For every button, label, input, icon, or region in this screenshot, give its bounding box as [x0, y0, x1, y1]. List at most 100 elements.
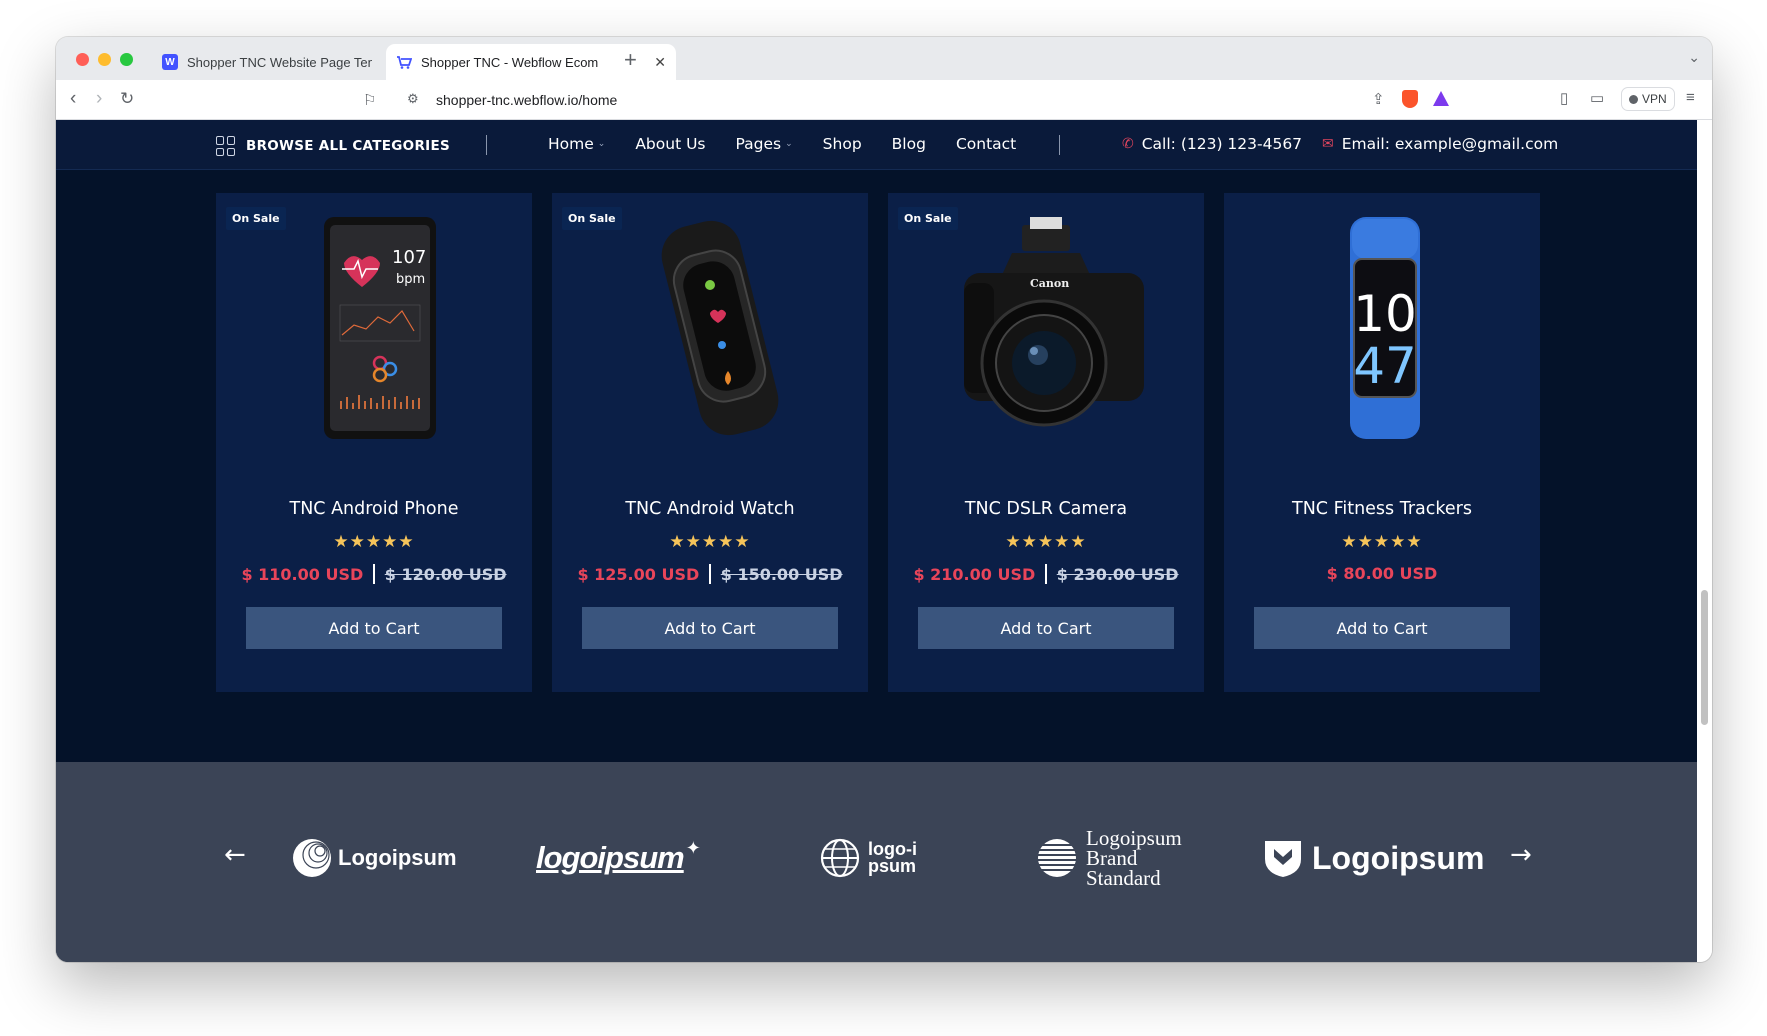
email-text: Email: example@gmail.com	[1341, 135, 1559, 153]
grid-icon	[216, 136, 236, 156]
vpn-status-icon	[1629, 94, 1638, 104]
divider	[1045, 564, 1047, 584]
chevron-down-icon: ⌄	[785, 139, 793, 149]
mail-icon: ✉	[1322, 136, 1334, 152]
divider	[1059, 135, 1060, 155]
url-text[interactable]: shopper-tnc.webflow.io/home	[436, 92, 617, 108]
nav-item-home[interactable]: Home ⌄	[548, 135, 605, 153]
back-button[interactable]: ‹	[70, 88, 76, 110]
product-name[interactable]: TNC Android Phone	[216, 499, 532, 519]
close-tab-icon[interactable]: ✕	[654, 54, 666, 71]
add-to-cart-button[interactable]: Add to Cart	[918, 607, 1174, 649]
logo-text: Logoipsum	[1312, 839, 1485, 876]
nav-label: Shop	[822, 135, 862, 153]
nav-item-about[interactable]: About Us	[635, 135, 705, 153]
sidebar-toggle-icon[interactable]: ▯	[1560, 89, 1568, 107]
vpn-label: VPN	[1642, 92, 1667, 106]
nav-item-shop[interactable]: Shop	[823, 135, 862, 153]
scrollbar-thumb[interactable]	[1701, 590, 1708, 725]
brave-rewards-icon[interactable]	[1433, 91, 1449, 106]
sale-price: $ 210.00 USD	[913, 564, 1036, 584]
phone-product-image[interactable]: 107 bpm	[274, 213, 474, 443]
price-row: $ 210.00 USD $ 230.00 USD	[888, 564, 1204, 584]
tab-title: Shopper TNC - Webflow Ecom	[421, 54, 599, 70]
close-window-button[interactable]	[76, 53, 89, 66]
arrow-right-icon[interactable]: →	[1510, 840, 1532, 870]
site-settings-icon[interactable]: ⚙	[407, 91, 419, 107]
camera-product-image[interactable]: Canon	[946, 213, 1146, 443]
arrow-left-icon[interactable]: ←	[224, 840, 246, 870]
tracker-minute: 47	[1353, 337, 1417, 395]
add-to-cart-button[interactable]: Add to Cart	[582, 607, 838, 649]
product-card[interactable]: 10 47 TNC Fitness Trackers ★★★★★ $ 80.00…	[1224, 193, 1540, 692]
browser-toolbar: ‹ › ↻ ⚐ ⚙ shopper-tnc.webflow.io/home ⇪ …	[56, 80, 1712, 120]
site-navbar: BROWSE ALL CATEGORIES Home ⌄ About Us Pag…	[56, 120, 1697, 170]
minimize-window-button[interactable]	[98, 53, 111, 66]
watch-product-image[interactable]	[610, 213, 810, 443]
browse-categories-button[interactable]: BROWSE ALL CATEGORIES	[216, 136, 450, 156]
tab-search-chevron-icon[interactable]: ⌄	[1688, 49, 1700, 66]
product-card[interactable]: On Sale TNC Android Watch ★★★★★ $ 125.00…	[552, 193, 868, 692]
nav-label: Home	[548, 135, 594, 153]
address-bar[interactable]: ⚐ ⚙ shopper-tnc.webflow.io/home ⇪	[336, 84, 1480, 116]
bookmark-icon[interactable]: ⚐	[363, 91, 376, 109]
tab-strip: W Shopper TNC Website Page Temp Shopper …	[56, 37, 1712, 80]
vpn-button[interactable]: VPN	[1621, 87, 1675, 111]
menu-icon[interactable]: ≡	[1686, 89, 1695, 106]
webflow-icon: W	[162, 54, 178, 70]
partner-logo: Logoipsum	[292, 822, 457, 894]
partner-logo: Logoipsum Brand Standard	[1032, 822, 1208, 894]
wallet-icon[interactable]: ▭	[1590, 89, 1604, 107]
nav-item-pages[interactable]: Pages ⌄	[736, 135, 793, 153]
product-name[interactable]: TNC Android Watch	[552, 499, 868, 519]
product-name[interactable]: TNC DSLR Camera	[888, 499, 1204, 519]
partner-logos-section: ← Logoipsum logoipsum ✦ logo-ipsum Logoi…	[56, 762, 1697, 962]
fitness-tracker-product-image[interactable]: 10 47	[1282, 213, 1482, 443]
camera-brand-text: Canon	[1030, 277, 1069, 290]
tab-webflow-template[interactable]: W Shopper TNC Website Page Temp	[152, 44, 382, 80]
price-row: $ 80.00 USD	[1224, 564, 1540, 583]
phone-link[interactable]: ✆ Call: (123) 123-4567	[1122, 135, 1302, 153]
rating-stars: ★★★★★	[669, 532, 751, 552]
rating-stars: ★★★★★	[1341, 532, 1423, 552]
nav-item-contact[interactable]: Contact	[956, 135, 1016, 153]
main-menu: Home ⌄ About Us Pages ⌄ Shop Blog Contact	[548, 135, 1016, 153]
sale-price: $ 110.00 USD	[241, 564, 364, 584]
partner-logo: logo-ipsum	[820, 822, 924, 894]
partner-logo: Logoipsum	[1262, 822, 1484, 894]
price-row: $ 110.00 USD $ 120.00 USD	[216, 564, 532, 584]
email-link[interactable]: ✉ Email: example@gmail.com	[1322, 135, 1558, 153]
divider	[486, 135, 487, 155]
nav-item-blog[interactable]: Blog	[892, 135, 926, 153]
scrollbar[interactable]	[1697, 120, 1712, 962]
page-viewport: BROWSE ALL CATEGORIES Home ⌄ About Us Pag…	[56, 120, 1697, 962]
phone-icon: ✆	[1122, 136, 1134, 152]
sparkle-icon: ✦	[685, 837, 701, 859]
logo-text: Logoipsum Brand Standard	[1086, 826, 1182, 890]
add-to-cart-button[interactable]: Add to Cart	[1254, 607, 1510, 649]
divider	[709, 564, 711, 584]
reload-button[interactable]: ↻	[120, 88, 134, 110]
share-icon[interactable]: ⇪	[1372, 90, 1385, 108]
tab-title: Shopper TNC Website Page Temp	[187, 54, 372, 70]
original-price: $ 150.00 USD	[720, 564, 843, 584]
divider	[373, 564, 375, 584]
zoom-window-button[interactable]	[120, 53, 133, 66]
chevron-down-icon: ⌄	[597, 139, 606, 149]
new-tab-button[interactable]: +	[624, 47, 637, 73]
browser-window: W Shopper TNC Website Page Temp Shopper …	[56, 37, 1712, 962]
nav-label: About Us	[635, 135, 706, 153]
browse-categories-label: BROWSE ALL CATEGORIES	[246, 138, 451, 154]
forward-button[interactable]: ›	[96, 88, 102, 110]
add-to-cart-button[interactable]: Add to Cart	[246, 607, 502, 649]
product-card[interactable]: On Sale Canon TNC DSLR Camera ★★★★★ $ 21…	[888, 193, 1204, 692]
brave-shields-icon[interactable]	[1402, 90, 1418, 108]
shield-logo-icon	[1265, 841, 1301, 877]
tracker-hour: 10	[1353, 285, 1417, 343]
partner-logo: logoipsum ✦	[536, 822, 701, 894]
logo-text: logoipsum	[536, 840, 685, 875]
product-name[interactable]: TNC Fitness Trackers	[1224, 499, 1540, 519]
rating-stars: ★★★★★	[1005, 532, 1087, 552]
sphere-logo-icon	[293, 839, 331, 877]
product-card[interactable]: On Sale 107 bpm TNC Android Phone ★★★★★	[216, 193, 532, 692]
